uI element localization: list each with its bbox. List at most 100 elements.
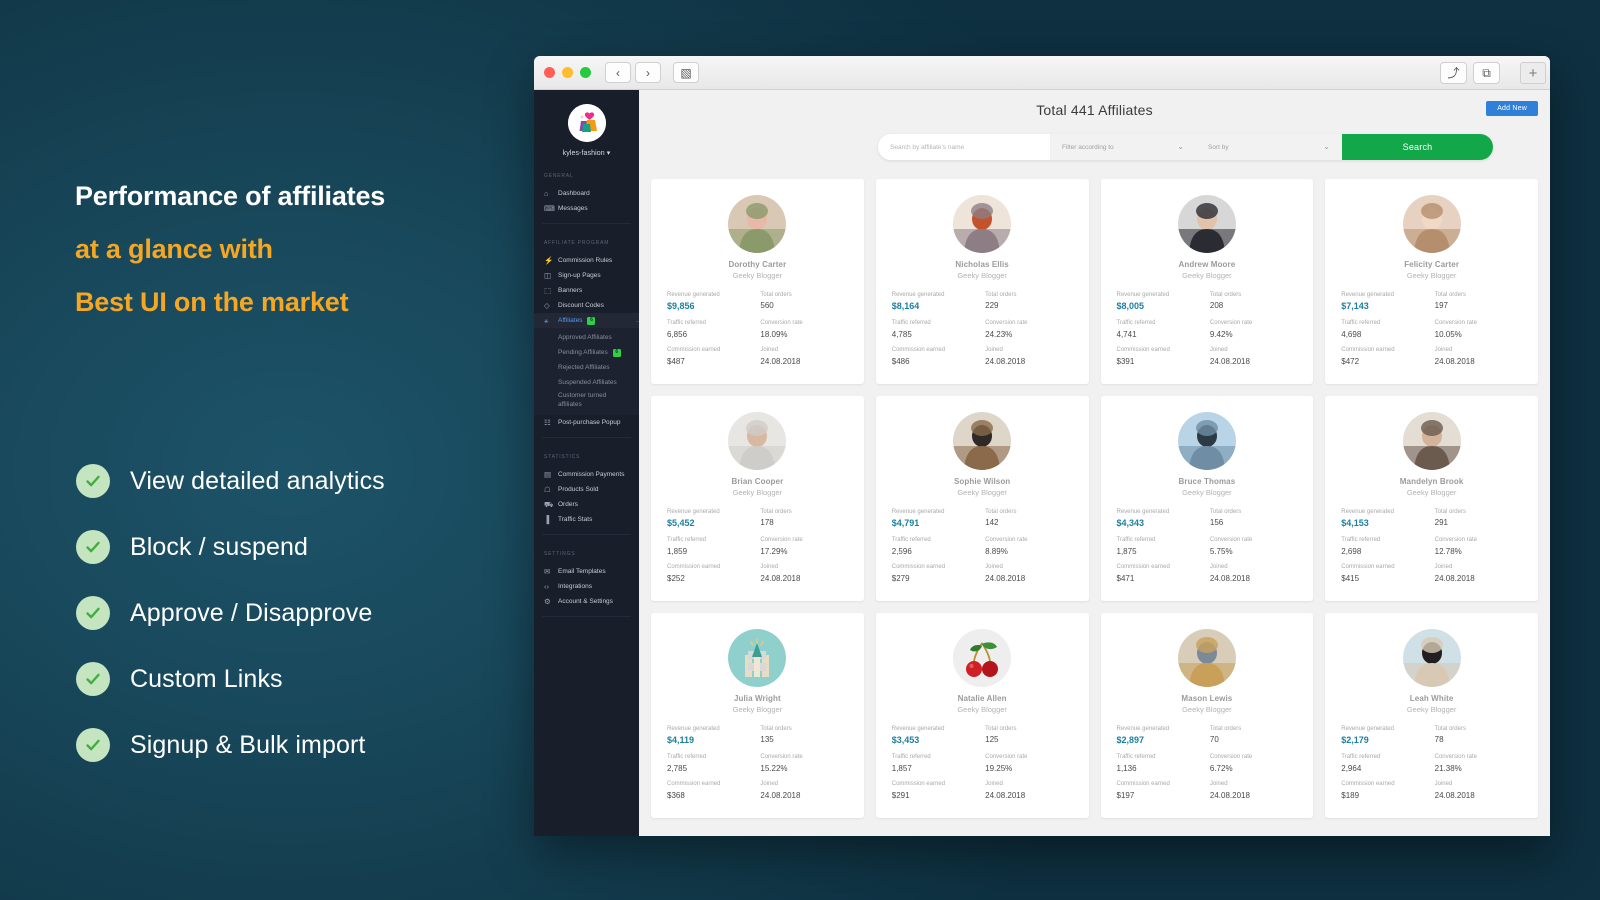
stat-value: $487	[667, 356, 685, 366]
stat-revenue: Revenue generated $4,791	[892, 508, 979, 529]
forward-button[interactable]: ›	[635, 62, 661, 83]
affiliate-card[interactable]: Mason Lewis Geeky Blogger Revenue generate…	[1100, 613, 1314, 818]
stat-traffic: Traffic referred 2,964	[1341, 753, 1428, 773]
stat-value: 24.08.2018	[760, 356, 801, 366]
sidebar-subitem-rejected-affiliates[interactable]: Rejected Affiliates	[534, 360, 639, 375]
stat-label: Traffic referred	[667, 754, 707, 761]
affiliate-card[interactable]: Brian Cooper Geeky Blogger Revenue generat…	[651, 396, 864, 601]
stat-traffic: Traffic referred 4,741	[1117, 319, 1204, 339]
sidebar-subitem-approved-affiliates[interactable]: Approved Affiliates	[534, 330, 639, 345]
sidebar-subitem-pending-affiliates[interactable]: Pending Affiliates 6	[534, 345, 639, 360]
minimize-window-button[interactable]	[562, 67, 573, 78]
stat-value: 8.89%	[985, 546, 1008, 556]
stat-label: Joined	[1209, 781, 1228, 788]
brand-block[interactable]: kyles-fashion ▾	[534, 98, 639, 157]
sidebar-item-sign-up-pages[interactable]: ◫ Sign-up Pages	[534, 268, 639, 283]
maximize-window-button[interactable]	[580, 67, 591, 78]
stat-value: 24.08.2018	[985, 790, 1026, 800]
affiliate-card[interactable]: Leah White Geeky Blogger Revenue generated…	[1325, 613, 1538, 818]
sidebar-item-orders[interactable]: ⛟ Orders	[534, 497, 639, 512]
stat-value: $291	[891, 790, 910, 800]
stat-joined: Joined 24.08.2018	[985, 780, 1072, 800]
stat-revenue: Revenue generated $4,343	[1117, 508, 1204, 529]
feature-label: Block / suspend	[130, 532, 308, 561]
avatar	[1177, 195, 1236, 253]
stat-value: 142	[985, 518, 999, 528]
stat-label: Total orders	[760, 726, 792, 732]
stat-label: Revenue generated	[1116, 509, 1170, 515]
sort-dropdown[interactable]: Sort by ⌄	[1196, 134, 1342, 160]
headline-line-2: at a glance with	[75, 234, 273, 264]
stat-traffic: Traffic referred 1,875	[1117, 536, 1204, 556]
stat-label: Commission earned	[1341, 347, 1395, 354]
stat-value: 125	[985, 735, 999, 745]
search-input[interactable]	[878, 134, 1050, 160]
stat-commission: Commission earned $471	[1117, 563, 1204, 583]
sidebar-subitem-label: Approved Affiliates	[558, 334, 612, 341]
sidebar-item-post-purchase-popup[interactable]: ☷ Post-purchase Popup	[534, 415, 639, 430]
stat-conversion: Conversion rate 18.09%	[760, 319, 847, 339]
affiliate-card[interactable]: Dorothy Carter Geeky Blogger Revenue gener…	[651, 179, 864, 384]
sidebar-item-label: Discount Codes	[558, 302, 604, 309]
affiliate-card[interactable]: Sophie Wilson Geeky Blogger Revenue genera…	[875, 396, 1089, 601]
tab-overview-icon[interactable]: ⧉	[1473, 62, 1500, 84]
sidebar-item-dashboard[interactable]: ⌂ Dashboard	[534, 186, 639, 201]
sidebar-subitem-suspended-affiliates[interactable]: Suspended Affiliates	[534, 375, 639, 390]
sidebar-item-commission-payments[interactable]: ▤ Commission Payments	[534, 467, 639, 482]
sidebar-item-label: Account & Settings	[558, 598, 613, 605]
affiliate-card[interactable]: Andrew Moore Geeky Blogger Revenue generat…	[1100, 179, 1314, 384]
stat-value: 178	[760, 518, 774, 528]
affiliate-card[interactable]: Bruce Thomas Geeky Blogger Revenue generat…	[1100, 396, 1314, 601]
affiliate-card[interactable]: Julia Wright Geeky Blogger Revenue generat…	[651, 613, 864, 818]
sidebar-item-label: Commission Rules	[558, 257, 613, 264]
filter-dropdown[interactable]: Filter according to ⌄	[1050, 134, 1196, 160]
check-circle-icon	[76, 464, 110, 498]
affiliate-name: Sophie Wilson	[953, 477, 1011, 486]
stat-value: $2,179	[1341, 735, 1369, 746]
stat-label: Total orders	[1209, 292, 1242, 298]
stat-value: 560	[760, 301, 774, 311]
stat-label: Traffic referred	[891, 320, 931, 327]
affiliate-role: Geeky Blogger	[957, 705, 1007, 714]
affiliate-card[interactable]: Felicity Carter Geeky Blogger Revenue gene…	[1325, 179, 1538, 384]
stat-label: Commission earned	[1341, 564, 1395, 571]
affiliate-card[interactable]: Nicholas Ellis Geeky Blogger Revenue gener…	[875, 179, 1089, 384]
stat-value: 4,741	[1116, 329, 1137, 339]
popup-icon: ☷	[544, 418, 551, 427]
sidebar-item-account-settings[interactable]: ⚙ Account & Settings	[534, 594, 639, 609]
sidebar-item-traffic-stats[interactable]: ▐ Traffic Stats	[534, 512, 639, 527]
sidebar-item-banners[interactable]: ⬚ Banners	[534, 283, 639, 298]
stat-label: Joined	[760, 781, 779, 788]
sidebar-item-discount-codes[interactable]: ◇ Discount Codes	[534, 298, 639, 313]
sidebar-item-commission-rules[interactable]: ⚡ Commission Rules	[534, 253, 639, 268]
stat-label: Revenue generated	[1341, 726, 1394, 732]
stat-orders: Total orders 142	[985, 508, 1072, 529]
main-header: Total 441 Affiliates Add New Filter acco…	[639, 90, 1550, 179]
close-window-button[interactable]	[544, 67, 555, 78]
search-button[interactable]: Search	[1342, 134, 1493, 160]
stat-traffic: Traffic referred 2,698	[1341, 536, 1428, 556]
sidebar-item-affiliates[interactable]: ⚹ Affiliates 6	[534, 313, 639, 328]
affiliate-name: Mason Lewis	[1181, 694, 1233, 703]
titlebar-right-actions: ⤴ ⧉	[1440, 62, 1500, 84]
share-icon[interactable]: ⤴	[1440, 62, 1467, 84]
headline-line-3: Best UI on the market	[75, 287, 349, 317]
sidebar-item-integrations[interactable]: ‹› Integrations	[534, 579, 639, 594]
sidebar-subitem-customer-turned-affiliates[interactable]: Customer turned affiliates	[534, 390, 639, 412]
brand-name[interactable]: kyles-fashion ▾	[534, 149, 639, 157]
affiliate-stats: Revenue generated $7,143 Total orders 197 Tr…	[1341, 291, 1522, 366]
sidebar-toggle-icon[interactable]: ▧	[673, 62, 699, 83]
affiliate-card[interactable]: Mandelyn Brook Geeky Blogger Revenue gener…	[1325, 396, 1538, 601]
sidebar-item-messages[interactable]: ⌨ Messages	[534, 201, 639, 216]
stat-value: $471	[1116, 573, 1135, 583]
message-icon: ⌨	[544, 204, 555, 213]
stat-label: Joined	[1209, 347, 1228, 354]
affiliate-card[interactable]: Natalie Allen Geeky Blogger Revenue genera…	[875, 613, 1089, 818]
affiliate-stats: Revenue generated $4,119 Total orders 135 Tr…	[667, 725, 848, 800]
sidebar-item-email-templates[interactable]: ✉ Email Templates	[534, 564, 639, 579]
new-tab-button[interactable]: +	[1520, 62, 1546, 84]
stat-label: Total orders	[760, 509, 792, 515]
back-button[interactable]: ‹	[605, 62, 631, 83]
add-new-button[interactable]: Add New	[1486, 101, 1538, 116]
sidebar-item-products-sold[interactable]: ☖ Products Sold	[534, 482, 639, 497]
